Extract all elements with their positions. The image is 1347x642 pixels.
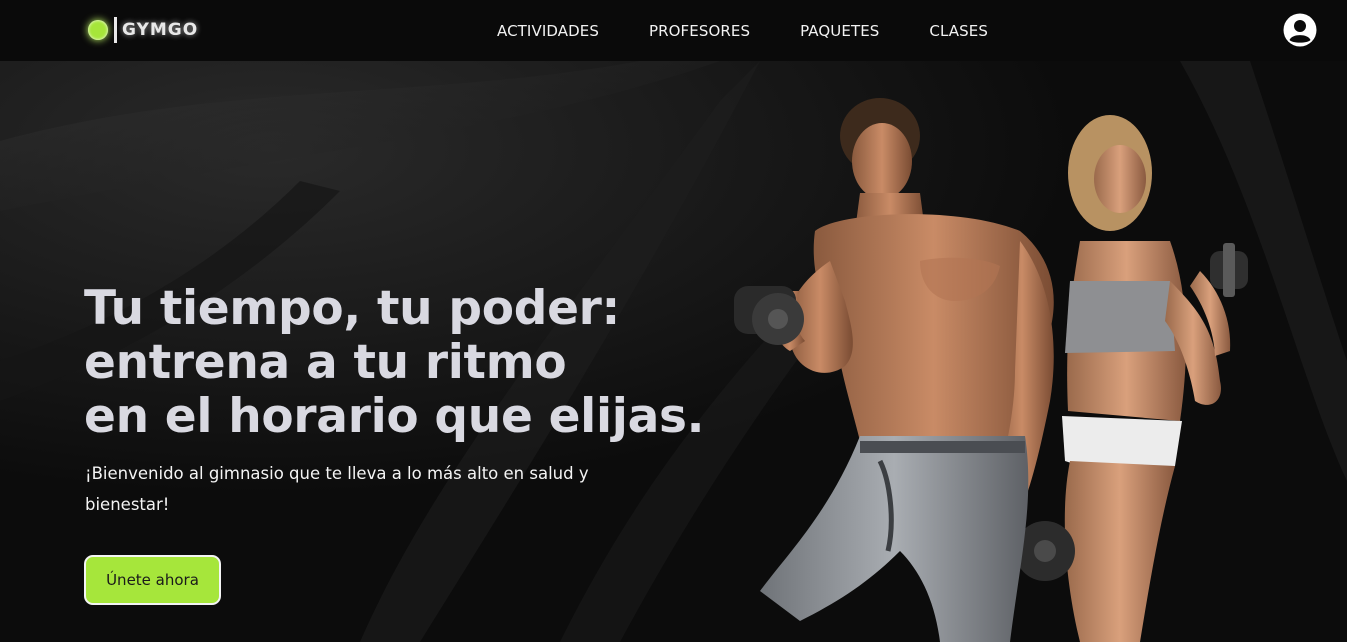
main-nav: ACTIVIDADES PROFESORES PAQUETES CLASES <box>497 0 988 61</box>
hero-subtitle: ¡Bienvenido al gimnasio que te lleva a l… <box>85 464 589 514</box>
fitness-couple-photo <box>734 98 1248 642</box>
nav-link-paquetes[interactable]: PAQUETES <box>800 22 879 40</box>
hero-headline-line-2: entrena a tu ritmo <box>84 335 567 390</box>
nav-link-actividades[interactable]: ACTIVIDADES <box>497 22 599 40</box>
woman-figure <box>1062 115 1248 642</box>
logo-dot-icon <box>88 20 108 40</box>
logo-divider <box>114 17 117 43</box>
hero-headline-line-3: en el horario que elijas. <box>84 389 705 444</box>
join-now-button[interactable]: Únete ahora <box>84 555 221 605</box>
hero-section: Tu tiempo, tu poder: entrena a tu ritmo … <box>0 61 1347 642</box>
user-account-button[interactable] <box>1283 13 1317 47</box>
hero-headline: Tu tiempo, tu poder: entrena a tu ritmo … <box>84 282 724 444</box>
nav-link-clases[interactable]: CLASES <box>929 22 988 40</box>
brand-name: GYMGO <box>122 20 199 40</box>
man-figure <box>734 98 1075 642</box>
nav-link-profesores[interactable]: PROFESORES <box>649 22 750 40</box>
brand-logo[interactable]: GYMGO <box>88 16 198 44</box>
hero-headline-line-1: Tu tiempo, tu poder: <box>84 281 621 336</box>
landing-page: GYMGO ACTIVIDADES PROFESORES PAQUETES CL… <box>0 0 1347 642</box>
top-navbar: GYMGO ACTIVIDADES PROFESORES PAQUETES CL… <box>0 0 1347 61</box>
user-circle-icon <box>1283 13 1317 47</box>
